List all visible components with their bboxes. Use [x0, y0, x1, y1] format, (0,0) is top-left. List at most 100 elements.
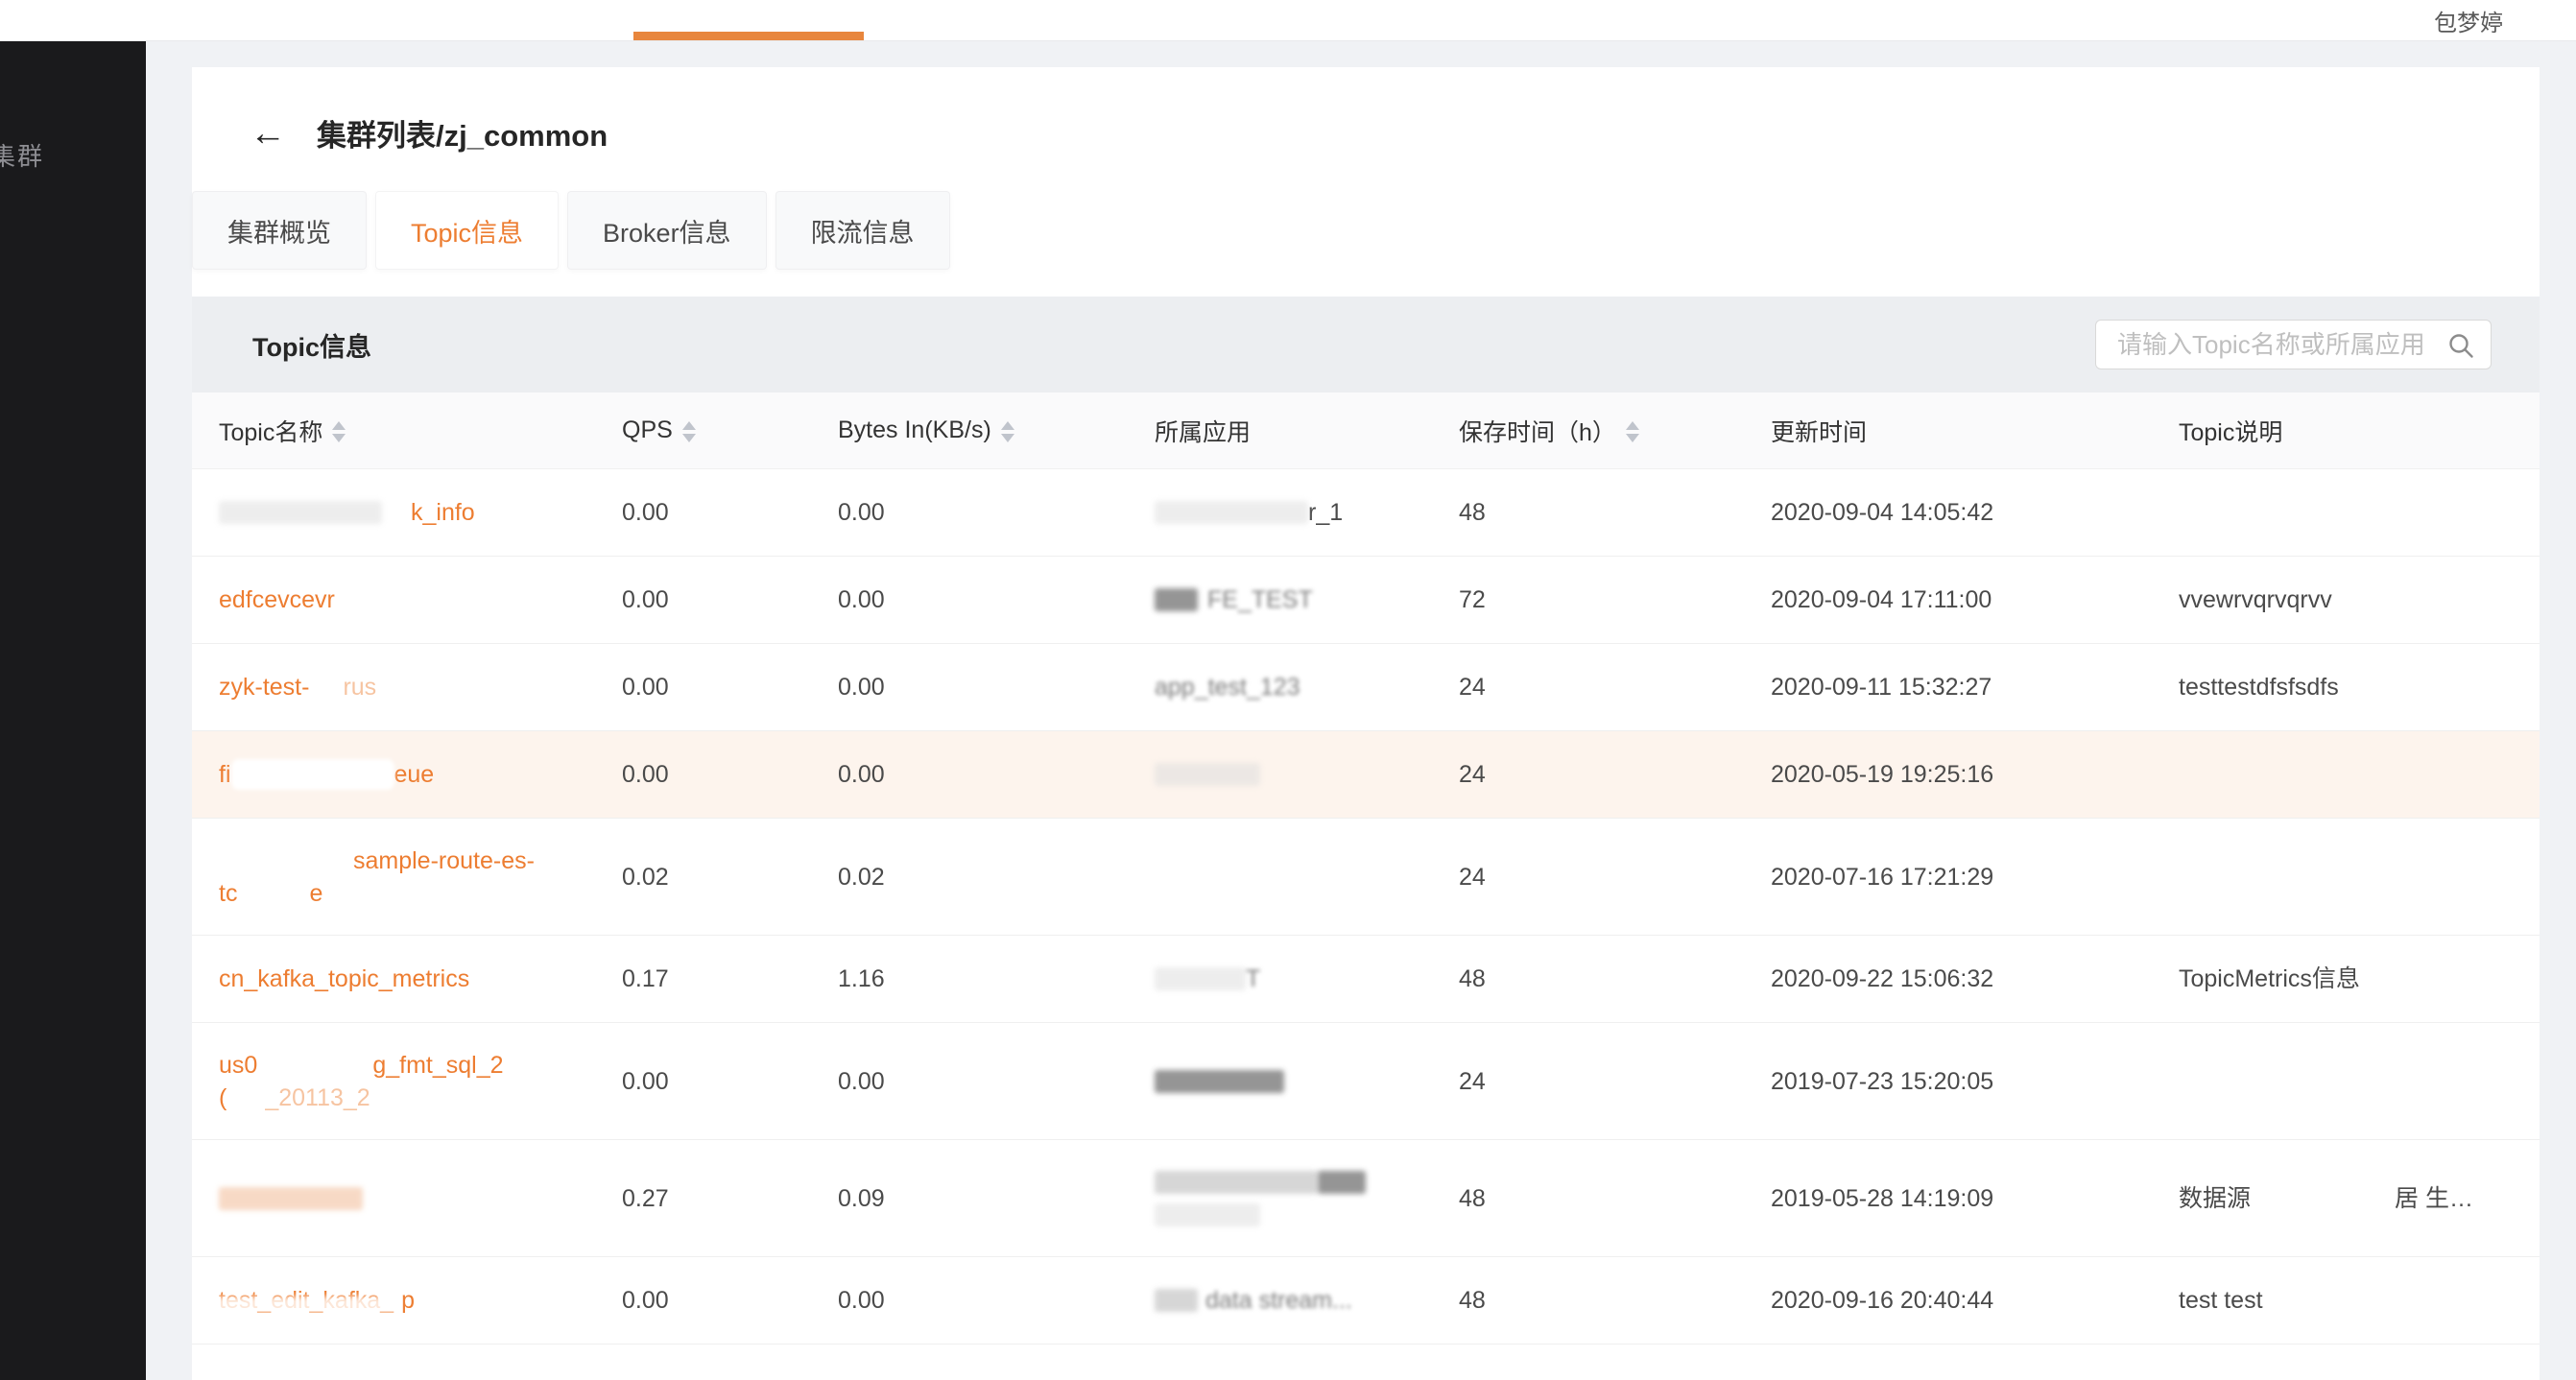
topic-name-line: fieue: [219, 758, 622, 791]
redaction-blur: [1155, 967, 1246, 990]
table-row: 0.270.09482019-05-28 14:19:09数据源居 生…: [192, 1140, 2540, 1257]
cell-text: T: [1246, 963, 1260, 995]
main-panel: ← 集群列表/zj_common 集群概览Topic信息Broker信息限流信息…: [192, 67, 2540, 1380]
retention-cell: 48: [1459, 1182, 1771, 1215]
tab-2[interactable]: Broker信息: [567, 191, 767, 270]
topic-name-link[interactable]: edfcevcevr: [219, 583, 622, 616]
sort-desc-icon: [332, 434, 346, 442]
cell-text: edfcevcevr: [219, 583, 335, 616]
sidebar-item-cluster[interactable]: 集群: [0, 137, 146, 173]
sort-desc-icon: [1626, 434, 1639, 442]
desc-cell: [2179, 496, 2540, 529]
column-label: QPS: [622, 416, 673, 444]
topic-name-link[interactable]: test_edit_kafka_p: [219, 1284, 622, 1317]
column-label: Topic说明: [2179, 414, 2282, 448]
column-header-4: 保存时间（h）: [1459, 414, 1771, 448]
cell-text: test test: [2179, 1284, 2263, 1317]
topic-name-line: (_20113_2: [219, 1082, 622, 1114]
topic-name-line: test_edit_kafka_p: [219, 1284, 622, 1317]
cell-text: sample-route-es-: [353, 845, 535, 877]
table-row: edfcevcevr0.000.00FE_TEST722020-09-04 17…: [192, 557, 2540, 644]
spacer: [394, 1300, 401, 1301]
cell-text: k_info: [411, 496, 475, 529]
bytes-in-cell: 0.09: [838, 1182, 1155, 1215]
updated-time-cell: 2020-09-04 14:05:42: [1771, 496, 2179, 529]
redaction-blur: [219, 1187, 363, 1210]
retention-cell: 24: [1459, 861, 1771, 893]
cell-text: rus: [343, 671, 376, 703]
tab-bar: 集群概览Topic信息Broker信息限流信息: [192, 191, 2540, 270]
bytes-in-cell: 0.00: [838, 758, 1155, 791]
updated-time-cell: 2020-09-16 20:40:44: [1771, 1284, 2179, 1317]
app-cell: app_test_123: [1155, 671, 1459, 703]
app-line: r_1: [1155, 496, 1459, 529]
redaction-blur: [1318, 1171, 1366, 1194]
topic-name-line: sample-route-es-: [219, 845, 622, 877]
qps-cell: 0.00: [622, 583, 838, 616]
table-row: zyk-test-rus0.000.00app_test_123242020-0…: [192, 644, 2540, 731]
table-row: fieue0.000.00242020-05-19 19:25:16: [192, 731, 2540, 819]
redaction-blur: [219, 501, 382, 524]
app-cell: data stream...: [1155, 1284, 1459, 1317]
tab-0[interactable]: 集群概览: [192, 191, 367, 270]
sort-control[interactable]: [1626, 419, 1639, 442]
sort-asc-icon: [332, 421, 346, 430]
spacer: [227, 1097, 265, 1098]
redaction-blur: [231, 759, 394, 790]
sort-control[interactable]: [332, 419, 346, 442]
top-nav-bar: 包梦婷: [0, 0, 2576, 41]
search-input[interactable]: [2115, 321, 2445, 368]
topic-name-link[interactable]: fieue: [219, 758, 622, 791]
column-header-0: Topic名称: [219, 414, 622, 448]
topic-name-link[interactable]: zyk-test-rus: [219, 671, 622, 703]
table-row: cn_kafka_topic_metrics0.171.16T482020-09…: [192, 936, 2540, 1023]
cell-text: app_test_123: [1155, 671, 1300, 703]
app-line: [1155, 1065, 1459, 1098]
cell-text: p: [401, 1284, 415, 1317]
cell-text: test_edit_kafka_: [219, 1284, 394, 1317]
retention-cell: 48: [1459, 496, 1771, 529]
table-section-header: Topic信息: [192, 297, 2540, 393]
topic-name-link[interactable]: [219, 1182, 622, 1215]
topic-name-line: edfcevcevr: [219, 583, 622, 616]
app-line: T: [1155, 963, 1459, 995]
topic-name-line: zyk-test-rus: [219, 671, 622, 703]
tab-1[interactable]: Topic信息: [375, 191, 559, 270]
topic-name-link[interactable]: cn_kafka_topic_metrics: [219, 963, 622, 995]
updated-time-cell: 2020-07-16 17:21:29: [1771, 861, 2179, 893]
qps-cell: 0.02: [622, 861, 838, 893]
redaction-blur: [1155, 501, 1308, 524]
back-button[interactable]: ←: [250, 115, 286, 152]
desc-cell: [2179, 758, 2540, 791]
table-row: sample-route-es-tce0.020.02242020-07-16 …: [192, 819, 2540, 936]
desc-cell: 数据源居 生…: [2179, 1182, 2540, 1215]
cell-text: g_fmt_sql_2: [372, 1049, 503, 1082]
tab-3[interactable]: 限流信息: [775, 191, 950, 270]
sort-control[interactable]: [1001, 419, 1014, 442]
topic-name-line: k_info: [219, 496, 622, 529]
topic-name-line: [219, 1182, 622, 1215]
retention-cell: 72: [1459, 583, 1771, 616]
topic-name-line: cn_kafka_topic_metrics: [219, 963, 622, 995]
user-menu[interactable]: 包梦婷: [2434, 0, 2503, 40]
column-label: 更新时间: [1771, 414, 1867, 448]
updated-time-cell: 2020-09-22 15:06:32: [1771, 963, 2179, 995]
spacer: [2251, 1198, 2395, 1199]
sort-control[interactable]: [682, 419, 696, 442]
qps-cell: 0.00: [622, 671, 838, 703]
redaction-blur: [1155, 1070, 1284, 1093]
active-nav-indicator: [633, 32, 864, 40]
topic-name-link[interactable]: sample-route-es-tce: [219, 845, 622, 910]
topic-name-link[interactable]: k_info: [219, 496, 622, 529]
desc-cell: testtestdfsfsdfs: [2179, 671, 2540, 703]
app-line: app_test_123: [1155, 671, 1459, 703]
spacer: [257, 1064, 372, 1065]
column-header-5: 更新时间: [1771, 414, 2179, 448]
redaction-blur: [1155, 588, 1198, 611]
cell-text: zyk-test-: [219, 671, 309, 703]
search-icon[interactable]: [2446, 331, 2475, 360]
cell-text: fi: [219, 758, 231, 791]
topic-name-line: us0g_fmt_sql_2: [219, 1049, 622, 1082]
topic-name-link[interactable]: us0g_fmt_sql_2(_20113_2: [219, 1049, 622, 1114]
sort-asc-icon: [682, 421, 696, 430]
